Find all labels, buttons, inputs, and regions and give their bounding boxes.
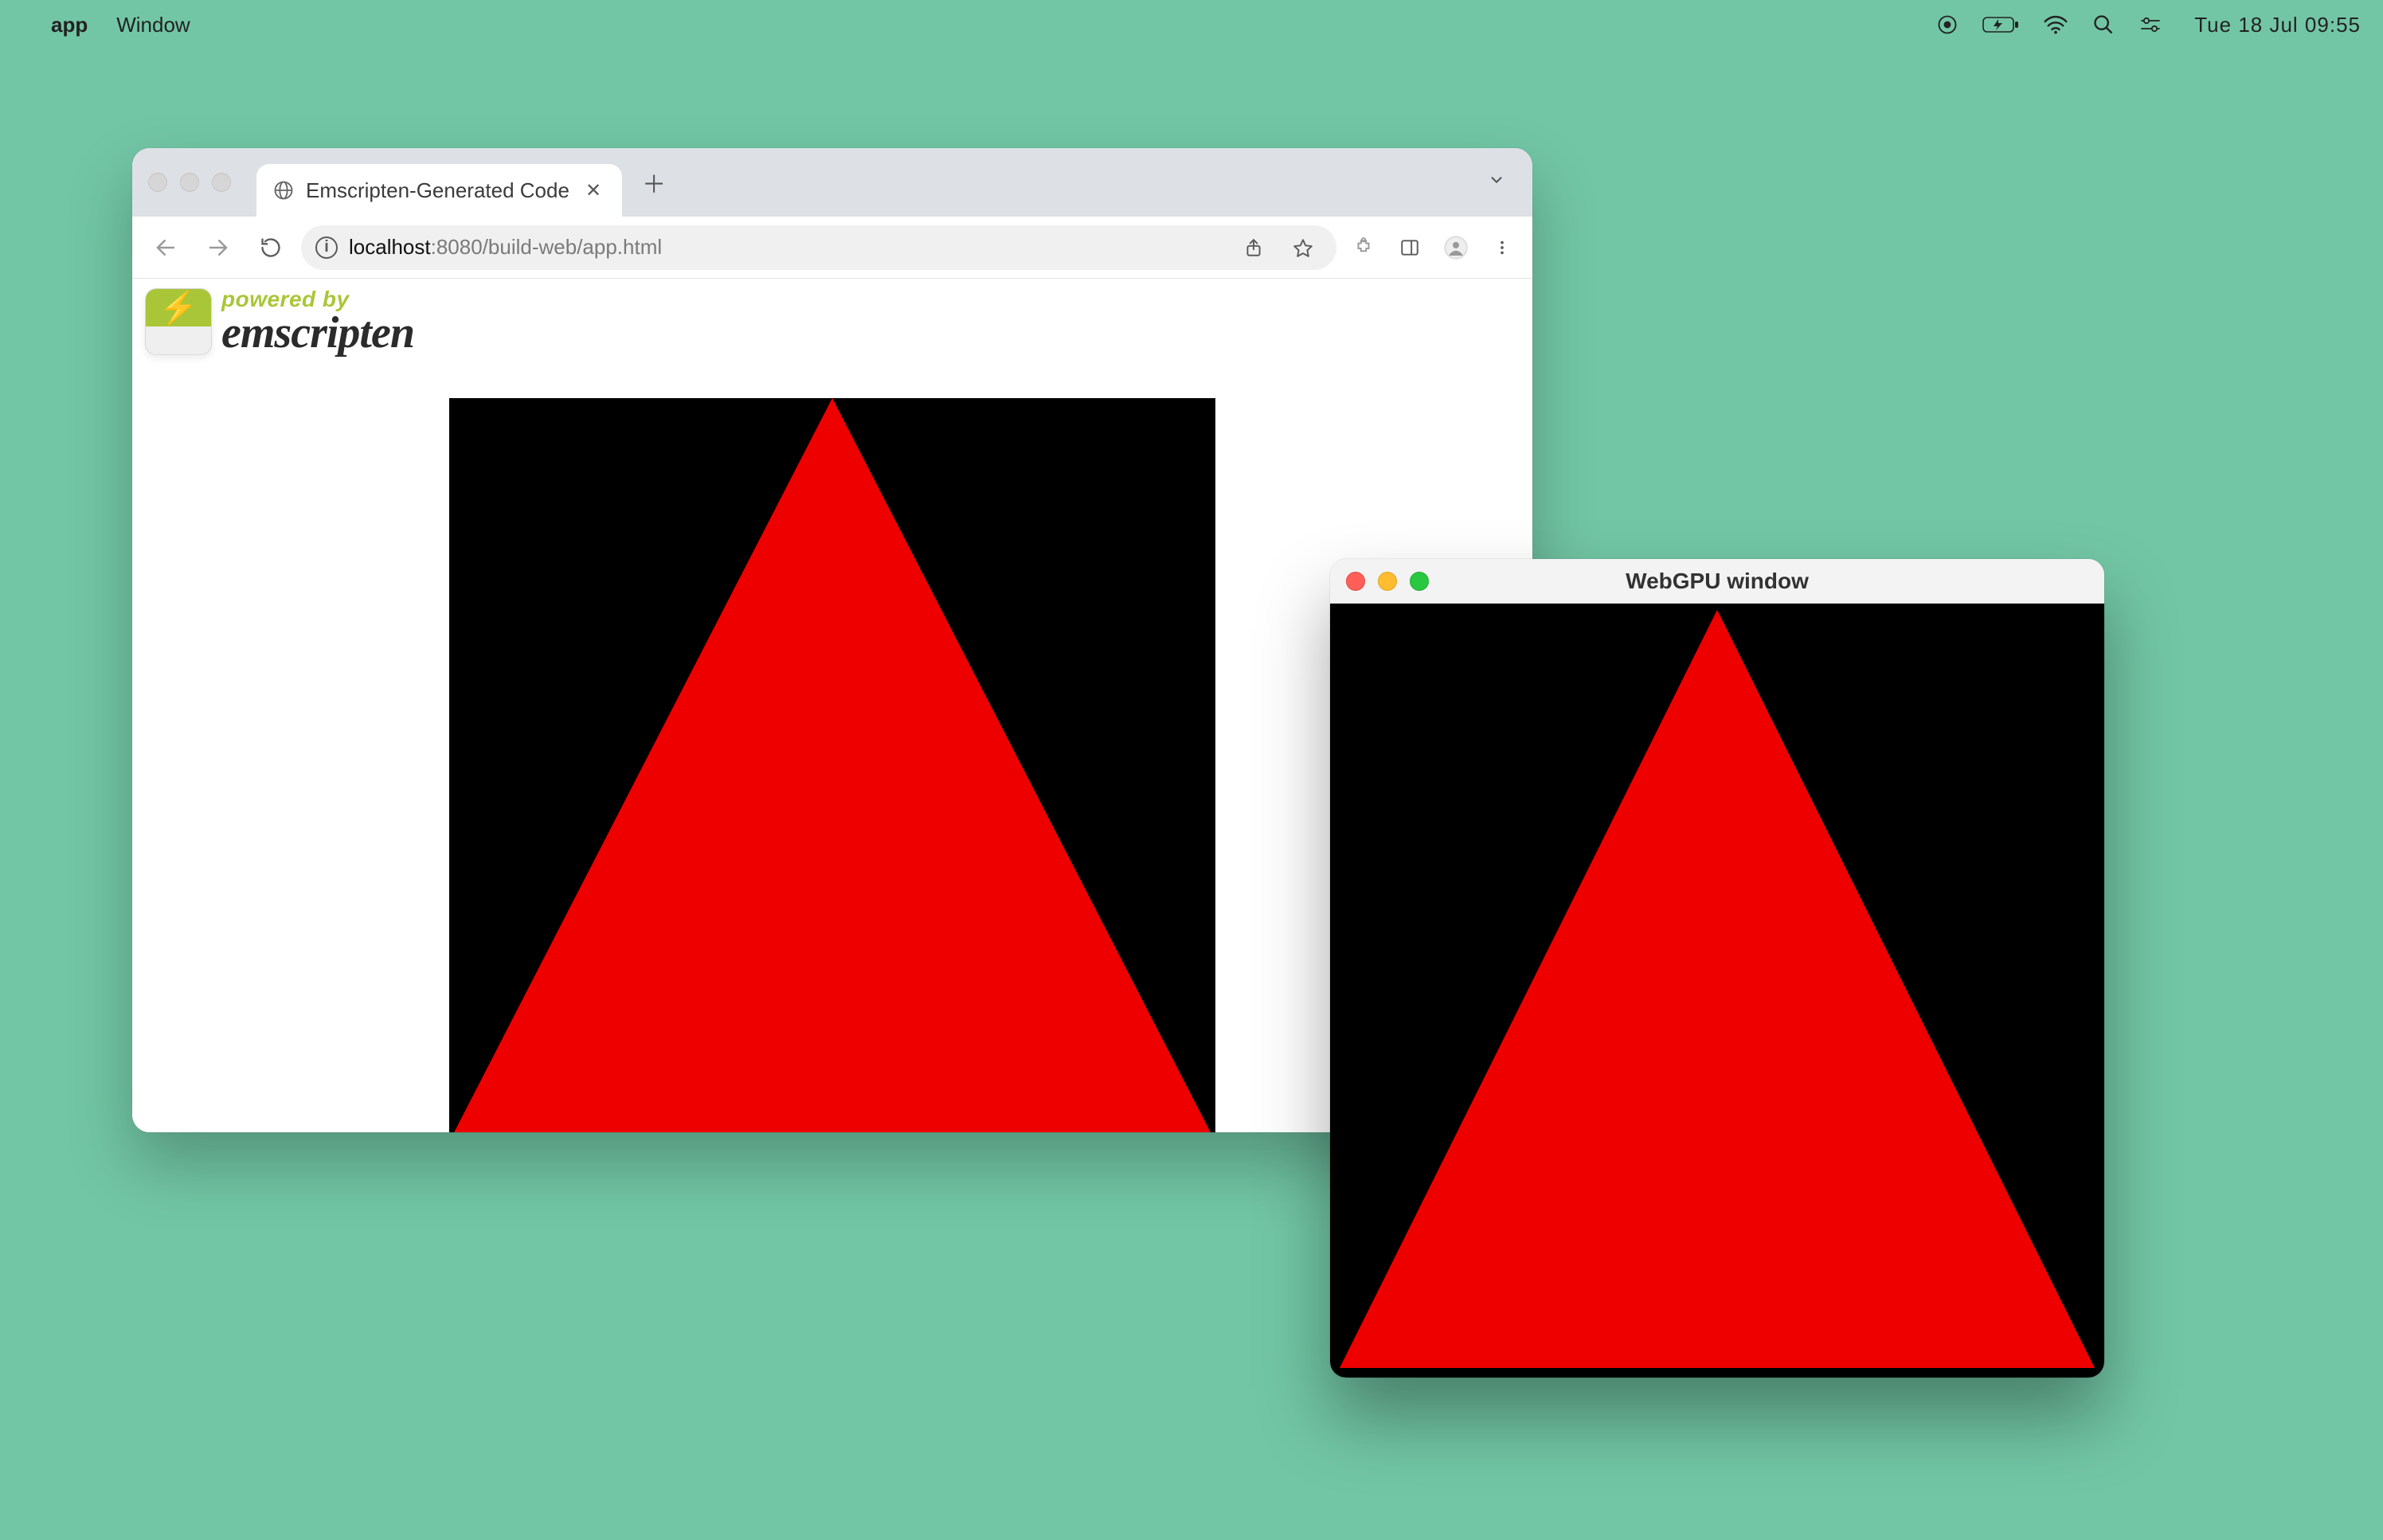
url-host: localhost <box>349 235 431 259</box>
globe-favicon-icon <box>272 179 295 201</box>
emscripten-wordmark: emscripten <box>221 311 414 355</box>
url-path: :8080/build-web/app.html <box>431 235 663 259</box>
tablist-chevron-icon[interactable] <box>1477 171 1516 193</box>
profile-avatar-icon[interactable] <box>1437 229 1475 267</box>
emscripten-tagline: powered by <box>221 288 414 311</box>
browser-tab[interactable]: Emscripten-Generated Code ✕ <box>256 164 622 217</box>
kebab-menu-icon[interactable] <box>1483 229 1521 267</box>
emscripten-mark-icon: ⚡ <box>145 288 212 355</box>
battery-icon[interactable] <box>1982 15 2019 34</box>
native-window-title: WebGPU window <box>1330 569 2104 594</box>
screen-record-icon[interactable] <box>1936 14 1958 36</box>
tab-close-icon[interactable]: ✕ <box>581 179 606 202</box>
sidepanel-icon[interactable] <box>1391 229 1429 267</box>
back-button[interactable] <box>143 225 188 270</box>
native-titlebar[interactable]: WebGPU window <box>1330 559 2104 604</box>
traffic-close-inactive[interactable] <box>148 173 167 192</box>
control-center-icon[interactable] <box>2138 15 2162 34</box>
traffic-max-inactive[interactable] <box>212 173 231 192</box>
webgpu-canvas-native[interactable] <box>1330 604 2104 1378</box>
traffic-min-inactive[interactable] <box>180 173 199 192</box>
browser-tabstrip: Emscripten-Generated Code ✕ ＋ <box>132 148 1532 217</box>
reload-button[interactable] <box>248 225 293 270</box>
browser-window: Emscripten-Generated Code ✕ ＋ i localhos… <box>132 148 1532 1132</box>
menubar-item-window[interactable]: Window <box>116 13 190 37</box>
menubar-right: Tue 18 Jul 09:55 <box>1936 13 2361 37</box>
wifi-icon[interactable] <box>2043 15 2068 34</box>
native-window: WebGPU window <box>1330 559 2104 1378</box>
forward-button[interactable] <box>196 225 241 270</box>
menubar-left: app Window <box>22 13 190 37</box>
menubar-clock[interactable]: Tue 18 Jul 09:55 <box>2194 13 2361 37</box>
share-icon[interactable] <box>1235 229 1273 267</box>
browser-tab-title: Emscripten-Generated Code <box>306 178 569 203</box>
red-triangle-render <box>1340 610 2095 1368</box>
browser-content: ⚡ powered by emscripten <box>132 279 1532 1132</box>
macos-menubar: app Window Tue 18 Jul 09:55 <box>0 0 2383 49</box>
red-triangle-render <box>449 398 1215 1132</box>
browser-traffic-lights <box>148 173 231 192</box>
site-info-icon[interactable]: i <box>315 236 338 259</box>
extensions-icon[interactable] <box>1344 229 1383 267</box>
browser-toolbar: i localhost:8080/build-web/app.html <box>132 217 1532 279</box>
spotlight-search-icon[interactable] <box>2092 14 2115 36</box>
emscripten-logo: ⚡ powered by emscripten <box>145 288 414 355</box>
menubar-app-name[interactable]: app <box>51 13 88 37</box>
bookmark-star-icon[interactable] <box>1284 229 1322 267</box>
new-tab-button[interactable]: ＋ <box>638 166 670 198</box>
webgpu-canvas-browser[interactable] <box>449 398 1215 1132</box>
address-bar[interactable]: i localhost:8080/build-web/app.html <box>301 225 1336 270</box>
